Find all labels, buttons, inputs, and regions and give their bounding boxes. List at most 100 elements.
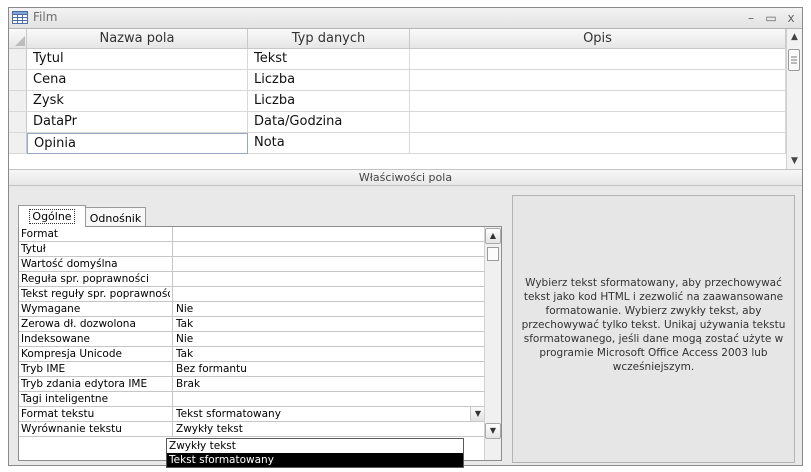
property-value[interactable]: Tekst sformatowany	[176, 407, 476, 421]
property-label: Reguła spr. poprawności	[21, 273, 149, 285]
property-row[interactable]: Tryb zdania edytora IME Brak	[19, 377, 484, 392]
properties-list: Format Tytuł Wartość domyślna Reguła spr…	[18, 226, 502, 461]
help-panel: Wybierz tekst sformatowany, aby przechow…	[512, 195, 795, 463]
window-title: Film	[33, 10, 58, 24]
tab-lookup[interactable]: Odnośnik	[85, 207, 146, 227]
scroll-thumb[interactable]	[487, 247, 499, 261]
property-value[interactable]: Tak	[176, 317, 476, 331]
property-row[interactable]: Tagi inteligentne	[19, 392, 484, 407]
property-label: Tryb zdania edytora IME	[21, 378, 148, 390]
property-label: Wyrównanie tekstu	[21, 423, 122, 435]
table-icon	[12, 11, 28, 24]
property-row[interactable]: Zerowa dł. dozwolona Tak	[19, 317, 484, 332]
property-label: Indeksowane	[21, 333, 90, 345]
field-name-cell[interactable]: Zysk	[27, 91, 248, 112]
grid-vertical-scrollbar[interactable]: ▲ ▼	[786, 29, 802, 169]
description-cell[interactable]	[410, 49, 786, 70]
property-value[interactable]: Bez formantu	[176, 362, 476, 376]
scroll-down-arrow-icon[interactable]: ▼	[787, 153, 802, 169]
row-selector[interactable]	[9, 133, 27, 154]
help-text: Wybierz tekst sformatowany, aby przechow…	[521, 277, 786, 373]
property-row[interactable]: Format tekstu Tekst sformatowany ▼	[19, 407, 485, 422]
property-value[interactable]	[176, 227, 476, 241]
property-value[interactable]	[176, 287, 476, 301]
design-view-window: Film – ▭ x Nazwa pola Typ danych Opis Ty…	[8, 7, 803, 466]
property-row[interactable]: Wyrównanie tekstu Zwykły tekst	[19, 422, 484, 437]
dropdown-option-rich-text[interactable]: Tekst sformatowany	[167, 453, 463, 467]
scroll-thumb[interactable]	[788, 49, 800, 71]
property-label: Format	[21, 228, 59, 240]
property-label: Tryb IME	[21, 363, 66, 375]
table-row[interactable]: Tytul Tekst	[9, 49, 786, 70]
dropdown-option-plain-text[interactable]: Zwykły tekst	[167, 439, 463, 453]
thumb-grip-icon	[791, 56, 797, 64]
column-header-field-name[interactable]: Nazwa pola	[27, 29, 248, 49]
window-titlebar[interactable]: Film – ▭ x	[9, 8, 802, 29]
tab-lookup-label: Odnośnik	[89, 212, 142, 225]
field-name-cell[interactable]: DataPr	[27, 112, 248, 133]
property-value[interactable]	[176, 392, 476, 406]
field-name-cell[interactable]: Opinia	[27, 133, 248, 154]
data-type-cell[interactable]: Nota	[248, 133, 410, 154]
text-format-dropdown-list[interactable]: Zwykły tekst Tekst sformatowany	[166, 438, 464, 468]
property-row[interactable]: Tekst reguły spr. poprawności	[19, 287, 484, 302]
corner-triangle-icon	[15, 36, 25, 46]
row-selector[interactable]	[9, 112, 27, 133]
tab-general-label: Ogólne	[29, 209, 75, 224]
data-type-cell[interactable]: Liczba	[248, 91, 410, 112]
column-header-description[interactable]: Opis	[410, 29, 786, 49]
close-button[interactable]: x	[781, 8, 801, 28]
select-all-corner[interactable]	[9, 29, 27, 49]
property-row[interactable]: Reguła spr. poprawności	[19, 272, 484, 287]
scroll-down-arrow-icon[interactable]: ▼	[485, 423, 501, 439]
table-row[interactable]: Opinia Nota	[9, 133, 786, 154]
property-value[interactable]: Nie	[176, 332, 476, 346]
tab-general[interactable]: Ogólne	[18, 205, 86, 227]
column-header-data-type[interactable]: Typ danych	[248, 29, 410, 49]
property-value[interactable]: Nie	[176, 302, 476, 316]
data-type-cell[interactable]: Liczba	[248, 70, 410, 91]
property-label: Tytuł	[21, 243, 46, 255]
scroll-up-arrow-icon[interactable]: ▲	[485, 228, 501, 244]
property-row[interactable]: Wartość domyślna	[19, 257, 484, 272]
properties-vertical-scrollbar[interactable]: ▲ ▼	[484, 227, 501, 460]
scroll-up-arrow-icon[interactable]: ▲	[787, 29, 802, 45]
property-row[interactable]: Indeksowane Nie	[19, 332, 484, 347]
data-type-cell[interactable]: Tekst	[248, 49, 410, 70]
description-cell[interactable]	[410, 133, 786, 154]
property-label: Format tekstu	[21, 408, 95, 420]
field-name-cell[interactable]: Tytul	[27, 49, 248, 70]
minimize-button[interactable]: –	[741, 8, 761, 28]
row-selector[interactable]	[9, 70, 27, 91]
chevron-down-icon[interactable]: ▼	[470, 407, 485, 421]
property-row[interactable]: Tytuł	[19, 242, 484, 257]
description-cell[interactable]	[410, 70, 786, 91]
table-row[interactable]: DataPr Data/Godzina	[9, 112, 786, 133]
description-cell[interactable]	[410, 91, 786, 112]
table-row[interactable]: Cena Liczba	[9, 70, 786, 91]
property-row[interactable]: Wymagane Nie	[19, 302, 484, 317]
field-properties-area: Ogólne Odnośnik Format Tytuł Wartość dom…	[9, 186, 802, 465]
row-selector[interactable]	[9, 49, 27, 70]
property-label: Zerowa dł. dozwolona	[21, 318, 136, 330]
description-cell[interactable]	[410, 112, 786, 133]
property-value[interactable]	[176, 257, 476, 271]
property-value[interactable]	[176, 272, 476, 286]
property-row[interactable]: Kompresja Unicode Tak	[19, 347, 484, 362]
property-label: Tekst reguły spr. poprawności	[21, 288, 170, 300]
property-value[interactable]	[176, 242, 476, 256]
row-selector[interactable]	[9, 91, 27, 112]
property-row[interactable]: Tryb IME Bez formantu	[19, 362, 484, 377]
restore-button[interactable]: ▭	[761, 8, 781, 28]
field-properties-bar: Właściwości pola	[9, 169, 802, 186]
property-label: Wymagane	[21, 303, 81, 315]
property-row[interactable]: Format	[19, 227, 484, 242]
data-type-cell[interactable]: Data/Godzina	[248, 112, 410, 133]
property-label: Tagi inteligentne	[21, 393, 109, 405]
table-row[interactable]: Zysk Liczba	[9, 91, 786, 112]
property-value[interactable]: Brak	[176, 377, 476, 391]
field-name-cell[interactable]: Cena	[27, 70, 248, 91]
property-value[interactable]: Tak	[176, 347, 476, 361]
property-value[interactable]: Zwykły tekst	[176, 422, 476, 436]
property-label: Wartość domyślna	[21, 258, 118, 270]
